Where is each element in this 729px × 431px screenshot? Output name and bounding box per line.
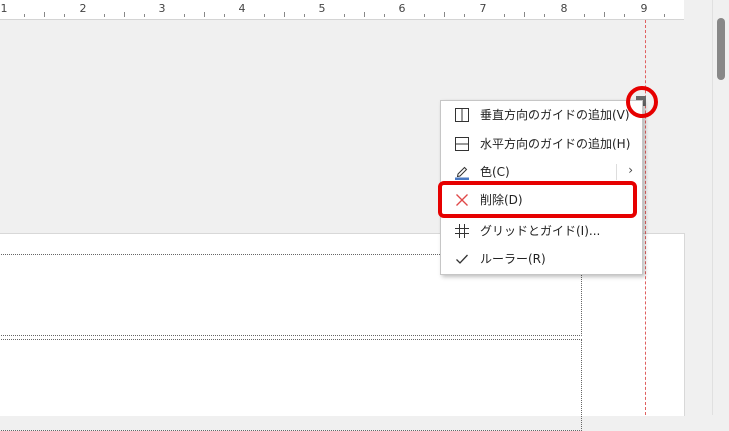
- ruler-number: 7: [479, 2, 487, 15]
- vertical-guide-line[interactable]: [645, 20, 646, 415]
- ruler-number: 3: [158, 2, 166, 15]
- grid-icon: [455, 224, 469, 238]
- ruler-number: 5: [318, 2, 326, 15]
- ruler-tick: [204, 12, 205, 17]
- ruler-tick: [444, 12, 445, 17]
- highlight-guide-handle: [626, 86, 658, 118]
- menu-item-label: 色(C): [480, 165, 510, 179]
- menu-item-add-vertical-guide[interactable]: 垂直方向のガイドの追加(V): [442, 101, 641, 129]
- ruler-number: 9: [640, 2, 648, 15]
- ruler-tick: [44, 12, 45, 17]
- submenu-arrow-icon: ›: [628, 163, 633, 177]
- submenu-separator: [616, 164, 617, 180]
- content-placeholder[interactable]: [0, 339, 582, 431]
- ruler-tick: [64, 14, 65, 17]
- vertical-scrollbar[interactable]: [712, 0, 729, 415]
- ruler-number: 1: [0, 2, 8, 15]
- ruler-tick: [464, 14, 465, 17]
- ruler-tick: [284, 12, 285, 17]
- ruler-tick: [544, 14, 545, 17]
- scrollbar-thumb[interactable]: [717, 18, 725, 80]
- horizontal-guide-icon: [455, 137, 469, 151]
- pen-color-icon: [455, 166, 469, 180]
- ruler-tick: [184, 14, 185, 17]
- ruler-tick: [584, 14, 585, 17]
- vertical-guide-icon: [455, 108, 469, 122]
- menu-item-label: 垂直方向のガイドの追加(V): [480, 108, 630, 122]
- ruler-number: 2: [79, 2, 87, 15]
- ruler-number: 8: [560, 2, 568, 15]
- ruler-tick: [524, 12, 525, 17]
- menu-item-grid-and-guides[interactable]: グリッドとガイド(I)...: [442, 217, 641, 245]
- ruler-tick: [364, 12, 365, 17]
- ruler-tick: [124, 12, 125, 17]
- ruler-tick: [664, 14, 665, 17]
- ruler-tick: [144, 14, 145, 17]
- ruler-tick: [344, 14, 345, 17]
- ruler-tick: [304, 14, 305, 17]
- menu-item-add-horizontal-guide[interactable]: 水平方向のガイドの追加(H): [442, 130, 641, 158]
- ruler-tick: [504, 14, 505, 17]
- menu-item-ruler[interactable]: ルーラー(R): [442, 245, 641, 273]
- ruler-tick: [224, 14, 225, 17]
- ruler-tick: [624, 14, 625, 17]
- check-icon: [456, 254, 468, 264]
- ruler-tick: [24, 14, 25, 17]
- ruler-tick: [604, 12, 605, 17]
- ruler-number: 4: [238, 2, 246, 15]
- ruler-tick: [264, 14, 265, 17]
- ruler-tick: [384, 14, 385, 17]
- menu-item-label: グリッドとガイド(I)...: [480, 224, 601, 238]
- highlight-delete-item: [438, 181, 637, 218]
- ruler-tick: [104, 14, 105, 17]
- ruler-tick: [424, 14, 425, 17]
- menu-item-label: 水平方向のガイドの追加(H): [480, 137, 631, 151]
- horizontal-ruler[interactable]: 1 2 3 4 5 6 7 8 9: [0, 0, 684, 20]
- menu-item-label: ルーラー(R): [480, 252, 546, 266]
- ruler-number: 6: [398, 2, 406, 15]
